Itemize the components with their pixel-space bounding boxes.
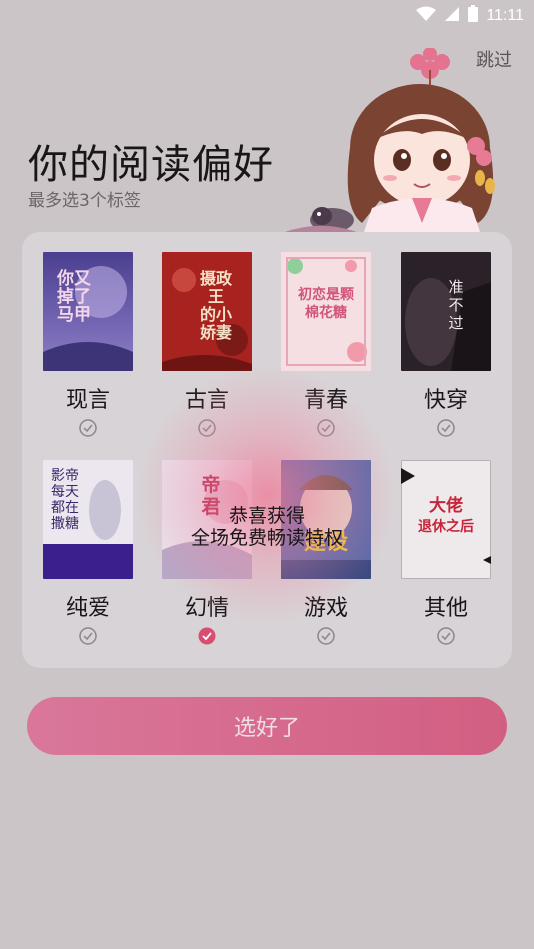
page-subtitle: 最多选3个标签 (28, 191, 141, 211)
book-cover: 大佬 退休之后 (401, 460, 491, 579)
book-cover: 帝 君 (162, 460, 252, 579)
tag-item-qingchun[interactable]: 初恋是颗 棉花糖 青春 (271, 232, 381, 437)
wifi-icon (416, 6, 437, 26)
unchecked-icon[interactable] (79, 627, 97, 645)
cover-title: 退休之后 (418, 519, 474, 535)
battery-icon (468, 5, 479, 26)
tag-label: 纯爱 (65, 596, 110, 621)
tag-item-qita[interactable]: 大佬 退休之后 其他 (391, 440, 501, 645)
tag-item-chunai[interactable]: 影帝 每天 都在 撒糖 纯爱 (33, 440, 143, 645)
status-time: 11:11 (486, 6, 524, 24)
tag-item-kuaichuan[interactable]: 准 不 过 快穿 (391, 232, 501, 437)
unchecked-icon[interactable] (79, 419, 97, 437)
unchecked-icon[interactable] (198, 419, 216, 437)
unchecked-icon[interactable] (437, 419, 455, 437)
book-cover: 你又 掉了 马甲 (43, 252, 133, 371)
cover-title: 娇妻 (199, 323, 232, 342)
mascot-illustration (262, 47, 502, 238)
cover-title: 大佬 (429, 496, 463, 516)
cover-title: 影帝 (51, 468, 79, 484)
tag-label: 古言 (184, 388, 229, 413)
book-cover: 初恋是颗 棉花糖 (281, 252, 371, 371)
cover-title: 不 (448, 296, 464, 314)
cover-title: 帝 (201, 474, 221, 496)
cover-title: 都在 (51, 500, 79, 516)
tag-item-youxi[interactable]: 建设 游戏 (271, 440, 381, 645)
cover-title: 每天 (51, 484, 79, 500)
tag-label: 现言 (65, 388, 110, 413)
tag-item-huanqing[interactable]: 帝 君 幻情 (152, 440, 262, 645)
tag-label: 幻情 (184, 596, 229, 621)
tag-label: 青春 (303, 388, 348, 413)
unchecked-icon[interactable] (317, 627, 335, 645)
unchecked-icon[interactable] (437, 627, 455, 645)
tag-item-guyan[interactable]: 摄政王 的小 娇妻 古言 (152, 232, 262, 437)
status-icons: 11:11 (416, 5, 524, 26)
book-cover: 摄政王 的小 娇妻 (162, 252, 252, 371)
cover-title: 你又 (57, 269, 91, 289)
cover-title: 的小 (199, 305, 232, 324)
checked-icon[interactable] (198, 627, 216, 645)
signal-icon (444, 6, 460, 26)
tag-selection-card: 你又 掉了 马甲 现言 摄政王 的小 娇妻 古言 初恋是颗 棉花糖 青春 准 不… (22, 232, 512, 668)
confirm-button[interactable]: 选好了 (27, 697, 507, 755)
cover-title: 掉了 (57, 287, 91, 307)
cover-title: 过 (448, 314, 464, 332)
cover-title: 准 (448, 278, 464, 296)
tag-label: 游戏 (303, 596, 348, 621)
tag-item-xianyan[interactable]: 你又 掉了 马甲 现言 (33, 232, 143, 437)
unchecked-icon[interactable] (317, 419, 335, 437)
cover-title: 棉花糖 (305, 305, 347, 321)
book-cover: 准 不 过 (401, 252, 491, 371)
book-cover: 建设 (281, 460, 371, 579)
status-bar: 11:11 (0, 0, 534, 30)
page-title: 你的阅读偏好 (28, 142, 274, 188)
cover-title: 初恋是颗 (298, 287, 354, 303)
cover-title: 撒糖 (51, 516, 79, 532)
cover-title: 建设 (303, 529, 348, 555)
tag-label: 快穿 (423, 388, 468, 413)
cover-title: 马甲 (57, 305, 91, 325)
tag-label: 其他 (423, 596, 468, 621)
cover-title: 摄政王 (199, 269, 232, 306)
cover-title: 君 (201, 496, 221, 518)
book-cover: 影帝 每天 都在 撒糖 (43, 460, 133, 579)
